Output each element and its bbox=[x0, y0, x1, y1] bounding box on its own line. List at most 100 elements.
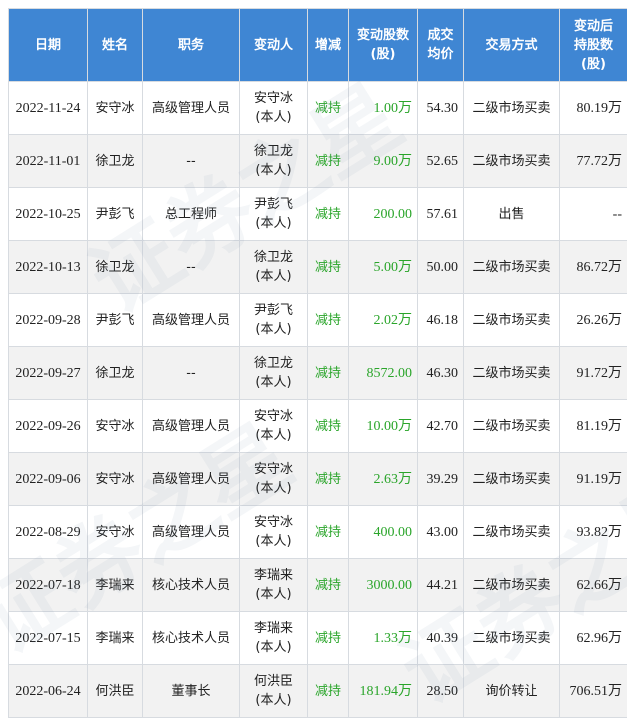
cell-shares: 2.63万 bbox=[348, 452, 418, 506]
cell-method: 二级市场买卖 bbox=[463, 558, 560, 612]
cell-price: 46.30 bbox=[417, 346, 464, 400]
header-method: 交易方式 bbox=[463, 8, 560, 82]
cell-changer: 尹彭飞 (本人) bbox=[239, 187, 308, 241]
cell-after: -- bbox=[559, 187, 627, 241]
cell-title: 高级管理人员 bbox=[142, 293, 240, 347]
cell-after: 86.72万 bbox=[559, 240, 627, 294]
cell-method: 二级市场买卖 bbox=[463, 505, 560, 559]
cell-name: 何洪臣 bbox=[87, 664, 143, 718]
cell-direction: 减持 bbox=[307, 240, 349, 294]
cell-price: 39.29 bbox=[417, 452, 464, 506]
cell-name: 尹彭飞 bbox=[87, 187, 143, 241]
cell-direction: 减持 bbox=[307, 664, 349, 718]
cell-shares: 2.02万 bbox=[348, 293, 418, 347]
cell-date: 2022-09-27 bbox=[8, 346, 88, 400]
cell-title: -- bbox=[142, 346, 240, 400]
table-row: 2022-11-24 安守冰 高级管理人员 安守冰 (本人) 减持 1.00万 54.30 二… bbox=[8, 81, 627, 135]
cell-shares: 181.94万 bbox=[348, 664, 418, 718]
cell-name: 安守冰 bbox=[87, 399, 143, 453]
cell-after: 706.51万 bbox=[559, 664, 627, 718]
cell-date: 2022-09-06 bbox=[8, 452, 88, 506]
cell-price: 46.18 bbox=[417, 293, 464, 347]
cell-after: 62.96万 bbox=[559, 611, 627, 665]
cell-after: 80.19万 bbox=[559, 81, 627, 135]
cell-title: 高级管理人员 bbox=[142, 81, 240, 135]
table-row: 2022-08-29 安守冰 高级管理人员 安守冰 (本人) 减持 400.00 43.00… bbox=[8, 505, 627, 559]
cell-changer: 安守冰 (本人) bbox=[239, 81, 308, 135]
cell-direction: 减持 bbox=[307, 134, 349, 188]
cell-changer: 徐卫龙 (本人) bbox=[239, 134, 308, 188]
cell-shares: 3000.00 bbox=[348, 558, 418, 612]
cell-title: 总工程师 bbox=[142, 187, 240, 241]
cell-method: 出售 bbox=[463, 187, 560, 241]
cell-method: 二级市场买卖 bbox=[463, 134, 560, 188]
cell-name: 安守冰 bbox=[87, 81, 143, 135]
cell-name: 徐卫龙 bbox=[87, 346, 143, 400]
cell-changer: 李瑞来 (本人) bbox=[239, 558, 308, 612]
cell-changer: 尹彭飞 (本人) bbox=[239, 293, 308, 347]
cell-name: 徐卫龙 bbox=[87, 240, 143, 294]
cell-title: 董事长 bbox=[142, 664, 240, 718]
cell-after: 81.19万 bbox=[559, 399, 627, 453]
cell-name: 徐卫龙 bbox=[87, 134, 143, 188]
cell-title: -- bbox=[142, 240, 240, 294]
table-row: 2022-06-24 何洪臣 董事长 何洪臣 (本人) 减持 181.94万 28.50 询价… bbox=[8, 664, 627, 718]
header-title: 职务 bbox=[142, 8, 240, 82]
cell-direction: 减持 bbox=[307, 293, 349, 347]
cell-title: -- bbox=[142, 134, 240, 188]
table-header-row: 日期 姓名 职务 变动人 增减 变动股数 (股) 成交 均价 交易方式 变动后 … bbox=[8, 8, 627, 82]
cell-price: 54.30 bbox=[417, 81, 464, 135]
cell-changer: 安守冰 (本人) bbox=[239, 505, 308, 559]
table-row: 2022-10-25 尹彭飞 总工程师 尹彭飞 (本人) 减持 200.00 57.61 出售… bbox=[8, 187, 627, 241]
cell-date: 2022-06-24 bbox=[8, 664, 88, 718]
cell-after: 62.66万 bbox=[559, 558, 627, 612]
cell-direction: 减持 bbox=[307, 558, 349, 612]
cell-shares: 400.00 bbox=[348, 505, 418, 559]
cell-shares: 1.33万 bbox=[348, 611, 418, 665]
header-shares: 变动股数 (股) bbox=[348, 8, 418, 82]
cell-date: 2022-10-25 bbox=[8, 187, 88, 241]
cell-after: 91.72万 bbox=[559, 346, 627, 400]
cell-price: 57.61 bbox=[417, 187, 464, 241]
cell-shares: 10.00万 bbox=[348, 399, 418, 453]
cell-name: 安守冰 bbox=[87, 505, 143, 559]
cell-after: 93.82万 bbox=[559, 505, 627, 559]
cell-price: 43.00 bbox=[417, 505, 464, 559]
table-row: 2022-07-15 李瑞来 核心技术人员 李瑞来 (本人) 减持 1.33万 40.39 二… bbox=[8, 611, 627, 665]
cell-changer: 李瑞来 (本人) bbox=[239, 611, 308, 665]
table-row: 2022-11-01 徐卫龙 -- 徐卫龙 (本人) 减持 9.00万 52.65 二级市场买… bbox=[8, 134, 627, 188]
cell-name: 安守冰 bbox=[87, 452, 143, 506]
cell-direction: 减持 bbox=[307, 452, 349, 506]
cell-title: 核心技术人员 bbox=[142, 611, 240, 665]
table-row: 2022-07-18 李瑞来 核心技术人员 李瑞来 (本人) 减持 3000.00 44.2… bbox=[8, 558, 627, 612]
cell-date: 2022-07-15 bbox=[8, 611, 88, 665]
header-date: 日期 bbox=[8, 8, 88, 82]
cell-price: 44.21 bbox=[417, 558, 464, 612]
cell-method: 二级市场买卖 bbox=[463, 81, 560, 135]
cell-price: 28.50 bbox=[417, 664, 464, 718]
table-row: 2022-09-26 安守冰 高级管理人员 安守冰 (本人) 减持 10.00万 42.70… bbox=[8, 399, 627, 453]
cell-method: 二级市场买卖 bbox=[463, 293, 560, 347]
cell-title: 高级管理人员 bbox=[142, 452, 240, 506]
cell-after: 26.26万 bbox=[559, 293, 627, 347]
cell-title: 高级管理人员 bbox=[142, 399, 240, 453]
cell-shares: 8572.00 bbox=[348, 346, 418, 400]
cell-method: 二级市场买卖 bbox=[463, 346, 560, 400]
header-price: 成交 均价 bbox=[417, 8, 464, 82]
header-name: 姓名 bbox=[87, 8, 143, 82]
cell-changer: 何洪臣 (本人) bbox=[239, 664, 308, 718]
cell-method: 二级市场买卖 bbox=[463, 399, 560, 453]
cell-date: 2022-09-28 bbox=[8, 293, 88, 347]
table-row: 2022-09-27 徐卫龙 -- 徐卫龙 (本人) 减持 8572.00 46.30 二级市… bbox=[8, 346, 627, 400]
header-direction: 增减 bbox=[307, 8, 349, 82]
header-after: 变动后 持股数 (股) bbox=[559, 8, 627, 82]
cell-method: 询价转让 bbox=[463, 664, 560, 718]
cell-date: 2022-11-24 bbox=[8, 81, 88, 135]
cell-shares: 1.00万 bbox=[348, 81, 418, 135]
table-row: 2022-09-28 尹彭飞 高级管理人员 尹彭飞 (本人) 减持 2.02万 46.18 二… bbox=[8, 293, 627, 347]
cell-date: 2022-08-29 bbox=[8, 505, 88, 559]
cell-price: 50.00 bbox=[417, 240, 464, 294]
cell-date: 2022-11-01 bbox=[8, 134, 88, 188]
cell-shares: 200.00 bbox=[348, 187, 418, 241]
cell-shares: 5.00万 bbox=[348, 240, 418, 294]
